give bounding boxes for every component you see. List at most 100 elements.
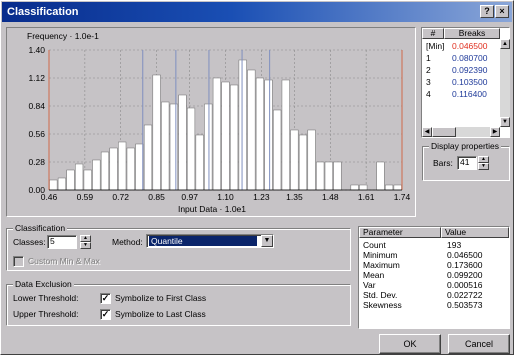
classification-group-label: Classification [13, 223, 68, 233]
display-properties-label: Display properties [429, 141, 502, 151]
scroll-down-icon[interactable]: ▼ [500, 117, 510, 127]
y-tick-label: 1.40 [28, 45, 45, 55]
statistic-value: 0.046500 [447, 250, 483, 260]
stepper-down-icon[interactable]: ▼ [478, 163, 489, 170]
histogram-bar [75, 163, 84, 191]
value-header[interactable]: Value [441, 227, 509, 238]
histogram-bar [324, 161, 333, 191]
close-button[interactable]: × [495, 5, 509, 18]
statistic-name: Minimum [363, 250, 398, 260]
custom-minmax-label: Custom Min & Max [28, 256, 100, 266]
break-value: 0.046500 [452, 41, 488, 51]
method-dropdown[interactable]: Quantile ▼ [146, 234, 274, 248]
statistic-value: 0.022722 [447, 290, 483, 300]
histogram-bar [230, 84, 239, 191]
histogram-bar [221, 81, 230, 191]
x-tick-label: 1.61 [358, 192, 375, 202]
statistic-name: Var [363, 280, 376, 290]
break-value: 0.116400 [452, 89, 487, 99]
histogram-bar [316, 161, 325, 191]
breaks-value-header[interactable]: Breaks [444, 28, 500, 39]
histogram-bar [109, 147, 118, 191]
classes-stepper[interactable]: ▲ ▼ [80, 235, 91, 249]
x-tick-label: 0.85 [148, 192, 165, 202]
bars-input[interactable]: 41 [457, 156, 477, 170]
custom-minmax-checkbox[interactable] [13, 256, 24, 267]
statistics-row: Mean 0.099200 [363, 270, 509, 280]
histogram-bar [195, 134, 204, 191]
breaks-horizontal-scrollbar[interactable]: ◀ ▶ [422, 127, 500, 137]
x-tick-label: 1.48 [322, 192, 339, 202]
stepper-down-icon[interactable]: ▼ [80, 242, 91, 249]
ok-button[interactable]: OK [379, 334, 441, 354]
breaks-vertical-scrollbar[interactable]: ▲ ▼ [500, 39, 510, 127]
histogram-bar [393, 184, 402, 191]
histogram-bar [264, 79, 273, 191]
histogram-bar [169, 103, 178, 191]
break-index: 4 [426, 89, 431, 99]
upper-threshold-checkbox[interactable]: ✓ [100, 309, 111, 320]
scroll-left-icon[interactable]: ◀ [422, 127, 432, 137]
y-tick-label: 1.12 [28, 73, 45, 83]
histogram-bar [350, 184, 359, 191]
histogram-bar [126, 147, 135, 191]
scroll-up-icon[interactable]: ▲ [500, 39, 510, 49]
classes-input[interactable]: 5 [47, 235, 77, 249]
scroll-right-icon[interactable]: ▶ [490, 127, 500, 137]
histogram-x-label: Input Data · 1.0e1 [178, 204, 246, 214]
stepper-up-icon[interactable]: ▲ [80, 235, 91, 242]
upper-threshold-label: Upper Threshold: [13, 309, 79, 319]
histogram-panel[interactable]: Frequency · 1.0e-1 Input Data · 1.0e1 0.… [6, 27, 416, 217]
histogram-bar [92, 159, 101, 191]
chevron-down-icon[interactable]: ▼ [261, 235, 273, 247]
statistics-row: Minimum 0.046500 [363, 250, 509, 260]
histogram-bar [49, 179, 58, 191]
statistic-value: 193 [447, 240, 462, 250]
break-index: 3 [426, 77, 431, 87]
x-tick-label: 1.10 [217, 192, 234, 202]
title-bar[interactable]: Classification ? × [2, 2, 512, 22]
break-index: 1 [426, 53, 431, 63]
statistics-table[interactable]: Parameter Value Count 193 Minimum 0.046500 M… [358, 226, 510, 329]
histogram-bar [161, 101, 170, 191]
parameter-header[interactable]: Parameter [359, 227, 441, 238]
classification-dialog: Classification ? × Frequency · 1.0e-1 In… [0, 0, 514, 355]
breaks-index-header[interactable]: # [422, 28, 444, 39]
bars-stepper[interactable]: ▲ ▼ [478, 156, 489, 170]
histogram-bar [307, 129, 316, 191]
histogram-bar [66, 169, 75, 191]
classes-label: Classes: [13, 237, 46, 247]
x-tick-label: 0.97 [181, 192, 198, 202]
scroll-thumb[interactable] [432, 127, 456, 137]
histogram-bar [333, 161, 342, 191]
statistic-value: 0.000516 [447, 280, 483, 290]
x-tick-label: 0.59 [77, 192, 94, 202]
histogram-chart[interactable]: Frequency · 1.0e-1 Input Data · 1.0e1 0.… [7, 28, 415, 216]
cancel-button[interactable]: Cancel [448, 334, 510, 354]
help-button[interactable]: ? [480, 5, 494, 18]
statistic-name: Std. Dev. [363, 290, 398, 300]
method-label: Method: [112, 237, 143, 247]
window-title: Classification [7, 6, 79, 18]
histogram-bar [290, 129, 299, 191]
breaks-table[interactable]: # Breaks [Min] 0.046500 1 0.080700 2 0.092390… [421, 27, 510, 138]
lower-threshold-label: Lower Threshold: [13, 293, 79, 303]
statistics-row: Maximum 0.173600 [363, 260, 509, 270]
statistic-name: Maximum [363, 260, 400, 270]
histogram-bar [204, 103, 213, 191]
statistics-row: Var 0.000516 [363, 280, 509, 290]
display-properties-group: Display properties Bars: 41 ▲ ▼ [422, 141, 510, 181]
break-value: 0.103500 [452, 77, 488, 87]
statistics-row: Count 193 [363, 240, 509, 250]
lower-threshold-check-label: Symbolize to First Class [115, 293, 207, 303]
break-value: 0.092390 [452, 65, 488, 75]
histogram-bar [135, 143, 144, 191]
data-exclusion-label: Data Exclusion [13, 279, 74, 289]
histogram-bar [281, 79, 290, 191]
stepper-up-icon[interactable]: ▲ [478, 156, 489, 163]
y-tick-label: 0.84 [28, 101, 45, 111]
bars-label: Bars: [433, 158, 453, 168]
lower-threshold-checkbox[interactable]: ✓ [100, 293, 111, 304]
break-index: [Min] [426, 41, 445, 51]
statistic-name: Mean [363, 270, 385, 280]
